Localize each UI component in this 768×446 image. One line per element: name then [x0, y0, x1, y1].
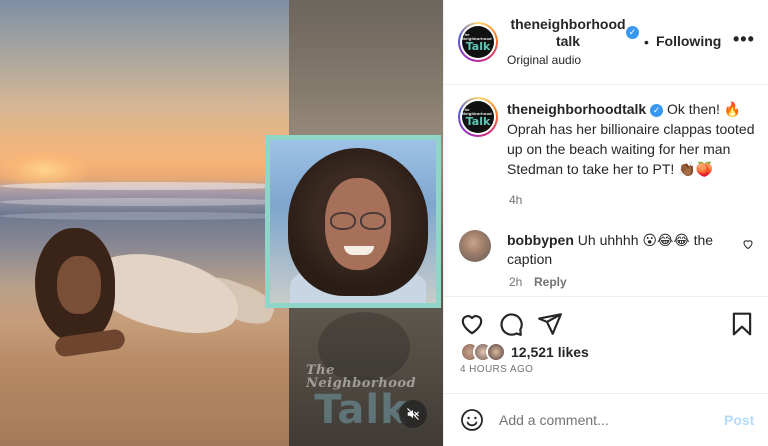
comment-like-heart-icon[interactable]: [742, 238, 754, 250]
post-header: The Neighborhood Talk theneighborhood ta…: [444, 0, 768, 85]
wave: [0, 182, 289, 190]
caption-username[interactable]: theneighborhoodtalk: [507, 101, 646, 117]
separator-dot: •: [644, 34, 649, 50]
commenter-avatar[interactable]: [459, 230, 491, 262]
likes-summary: 12,521 likes: [460, 342, 760, 362]
following-button[interactable]: Following: [656, 33, 721, 49]
emoji-icon[interactable]: [460, 408, 484, 432]
author-avatar[interactable]: The Neighborhood Talk: [458, 22, 498, 62]
avatar-logo-talk: Talk: [465, 114, 491, 128]
post-date[interactable]: 4 HOURS AGO: [460, 364, 533, 375]
wave: [0, 198, 289, 206]
glasses: [330, 212, 356, 230]
audio-link[interactable]: Original audio: [507, 53, 581, 67]
heart-icon[interactable]: [459, 311, 485, 337]
caption-text: theneighborhoodtalk ✓ Ok then! 🔥 Oprah h…: [507, 99, 757, 179]
woman-lying-on-sand: [35, 228, 279, 378]
speaker-muted-icon: [407, 408, 419, 420]
avatar-logo-talk: Talk: [465, 39, 491, 53]
post-comment-button[interactable]: Post: [724, 412, 754, 428]
comment-input[interactable]: [499, 409, 714, 431]
verified-badge-icon: ✓: [626, 26, 639, 39]
comment-icon[interactable]: [498, 311, 524, 337]
likes-count[interactable]: 12,521 likes: [511, 344, 589, 360]
comment-text: bobbypen Uh uhhhh 😮😂😂 the caption: [507, 231, 732, 269]
inset-portrait: [265, 135, 441, 308]
post-sidebar: The Neighborhood Talk theneighborhood ta…: [443, 0, 768, 446]
add-comment-bar: Post: [444, 393, 768, 446]
beach-photo: [0, 0, 289, 446]
post-media[interactable]: The Neighborhood Talk: [0, 0, 443, 446]
verified-badge-icon: ✓: [650, 103, 664, 117]
wave: [0, 212, 289, 220]
send-icon[interactable]: [537, 311, 563, 337]
liker-avatar[interactable]: [486, 342, 506, 362]
comment-username[interactable]: bobbypen: [507, 232, 574, 248]
comment-timestamp: 2h: [509, 275, 523, 289]
caption-timestamp[interactable]: 4h: [509, 193, 522, 207]
mute-button[interactable]: [399, 400, 427, 428]
author-username[interactable]: theneighborhood talk: [504, 16, 632, 50]
post-actions: 12,521 likes 4 HOURS AGO: [444, 296, 768, 394]
more-options-icon[interactable]: •••: [733, 29, 755, 50]
glasses: [360, 212, 386, 230]
reply-button[interactable]: Reply: [534, 275, 567, 289]
caption-avatar[interactable]: The Neighborhood Talk: [458, 97, 498, 137]
bookmark-icon[interactable]: [729, 311, 755, 337]
